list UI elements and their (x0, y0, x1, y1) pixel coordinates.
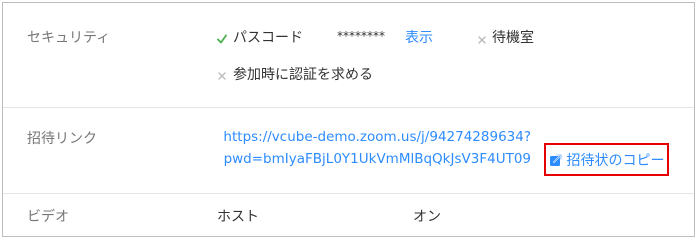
waiting-room-label: 待機室 (492, 30, 534, 46)
invite-url[interactable]: https://vcube-demo.zoom.us/j/94274289634… (201, 126, 531, 170)
passcode-label: パスコード (233, 30, 303, 46)
host-video-value: オン (413, 209, 441, 225)
invite-url-line1[interactable]: https://vcube-demo.zoom.us/j/94274289634… (201, 126, 531, 148)
security-row: セキュリティ パスコード ******** 表示 待機室 参加時に認証を求める (3, 3, 694, 107)
auth-required-label: 参加時に認証を求める (233, 67, 373, 83)
cross-icon (478, 36, 486, 44)
copy-invitation-label: 招待状のコピー (566, 152, 665, 169)
video-label: ビデオ (27, 209, 69, 225)
show-passcode-link[interactable]: 表示 (405, 27, 433, 47)
invite-link-label: 招待リンク (27, 131, 97, 147)
share-icon (549, 153, 562, 166)
invite-url-line2[interactable]: pwd=bmIyaFBjL0Y1UkVmMlBqQkJsV3F4UT09 (201, 148, 531, 170)
video-row: ビデオ ホスト オン (3, 193, 694, 236)
cross-icon (218, 72, 226, 80)
copy-invitation-button[interactable]: 招待状のコピー (544, 143, 669, 176)
invite-link-row: 招待リンク https://vcube-demo.zoom.us/j/94274… (3, 107, 694, 194)
security-label: セキュリティ (27, 30, 111, 46)
passcode-value: ******** (337, 29, 385, 43)
check-icon (217, 34, 227, 44)
host-video-label: ホスト (217, 209, 259, 225)
meeting-settings-panel: セキュリティ パスコード ******** 表示 待機室 参加時に認証を求める … (2, 2, 695, 237)
